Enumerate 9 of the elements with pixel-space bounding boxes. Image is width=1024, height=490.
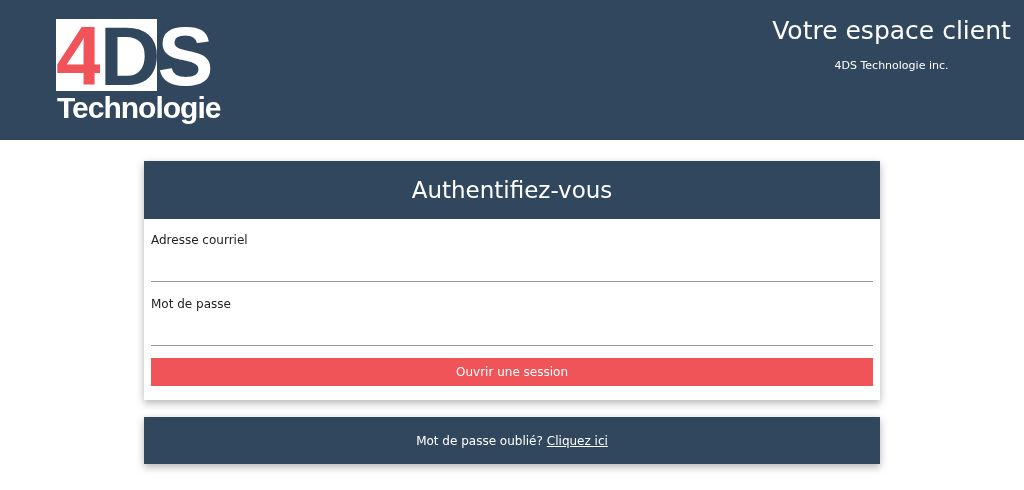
forgot-password-text: Mot de passe oublié? (416, 433, 543, 448)
field-label: Adresse courriel (151, 233, 249, 247)
logo-name: Technologie (57, 91, 221, 125)
card-title: Authentifiez-vous (144, 161, 880, 219)
company-name: 4DS Technologie inc. (834, 59, 949, 72)
field-label: Mot de passe (151, 297, 232, 311)
logo-wordmark: 4DS (56, 19, 211, 91)
page-title: Votre espace client (772, 16, 1011, 45)
reset-link[interactable]: Cliquez ici (546, 433, 608, 448)
